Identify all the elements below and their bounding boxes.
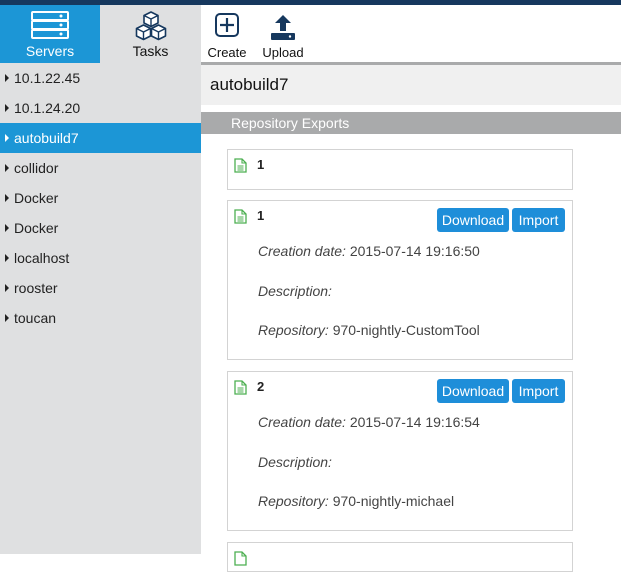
export-card [227, 542, 573, 572]
creation-date-field: Creation date: 2015-07-14 19:16:54 [258, 414, 480, 430]
sidebar-item-label: collidor [14, 160, 58, 176]
creation-date-label: Creation date: [258, 414, 346, 430]
sidebar-item-autobuild7[interactable]: autobuild7 [0, 123, 201, 153]
sidebar-item-localhost[interactable]: localhost [0, 243, 201, 273]
caret-right-icon [5, 194, 9, 202]
sidebar-item-10-1-24-20[interactable]: 10.1.24.20 [0, 93, 201, 123]
export-card[interactable]: 1 [227, 149, 573, 190]
document-icon [234, 209, 247, 224]
description-label: Description: [258, 454, 332, 470]
sidebar-item-label: 10.1.24.20 [14, 100, 80, 116]
server-stack-icon [31, 11, 69, 39]
export-card: 1 Download Import Creation date: 2015-07… [227, 200, 573, 360]
toolbar: Create Upload [201, 5, 621, 63]
create-button[interactable]: Create [205, 5, 249, 63]
caret-right-icon [5, 254, 9, 262]
upload-icon [269, 13, 297, 41]
export-name: 2 [257, 379, 264, 394]
tab-tasks[interactable]: Tasks [100, 5, 201, 63]
sidebar-item-label: autobuild7 [14, 130, 79, 146]
tab-servers-label: Servers [0, 43, 100, 59]
export-card: 2 Download Import Creation date: 2015-07… [227, 371, 573, 531]
sidebar-item-docker-2[interactable]: Docker [0, 213, 201, 243]
section-header: Repository Exports [201, 112, 621, 134]
sidebar-item-rooster[interactable]: rooster [0, 273, 201, 303]
cubes-icon [135, 11, 167, 41]
sidebar-item-docker[interactable]: Docker [0, 183, 201, 213]
creation-date-field: Creation date: 2015-07-14 19:16:50 [258, 243, 480, 259]
upload-button[interactable]: Upload [261, 5, 305, 63]
sidebar-item-label: toucan [14, 310, 56, 326]
sidebar-item-label: rooster [14, 280, 58, 296]
create-label: Create [205, 45, 249, 60]
plus-square-icon [215, 13, 239, 37]
creation-date-value: 2015-07-14 19:16:54 [350, 414, 480, 430]
sidebar-item-toucan[interactable]: toucan [0, 303, 201, 333]
creation-date-label: Creation date: [258, 243, 346, 259]
document-icon [234, 380, 247, 395]
description-field: Description: [258, 283, 332, 299]
caret-right-icon [5, 284, 9, 292]
tab-servers[interactable]: Servers [0, 5, 100, 63]
sidebar-item-label: Docker [14, 190, 58, 206]
caret-right-icon [5, 134, 9, 142]
download-button[interactable]: Download [437, 208, 509, 232]
caret-right-icon [5, 224, 9, 232]
description-field: Description: [258, 454, 332, 470]
repository-value: 970-nightly-CustomTool [333, 322, 480, 338]
sidebar-item-10-1-22-45[interactable]: 10.1.22.45 [0, 63, 201, 93]
upload-label: Upload [261, 45, 305, 60]
caret-right-icon [5, 314, 9, 322]
document-icon [234, 158, 247, 173]
export-name: 1 [257, 157, 264, 172]
download-button[interactable]: Download [437, 379, 509, 403]
server-sidebar: 10.1.22.45 10.1.24.20 autobuild7 collido… [0, 63, 201, 554]
caret-right-icon [5, 104, 9, 112]
repository-field: Repository: 970-nightly-CustomTool [258, 322, 480, 338]
repository-label: Repository: [258, 493, 329, 509]
repository-label: Repository: [258, 322, 329, 338]
creation-date-value: 2015-07-14 19:16:50 [350, 243, 480, 259]
tab-tasks-label: Tasks [100, 43, 201, 59]
sidebar-item-collidor[interactable]: collidor [0, 153, 201, 183]
import-button[interactable]: Import [512, 379, 565, 403]
caret-right-icon [5, 164, 9, 172]
import-button[interactable]: Import [512, 208, 565, 232]
repository-field: Repository: 970-nightly-michael [258, 493, 454, 509]
page-title: autobuild7 [201, 65, 621, 105]
main-panel: autobuild7 Repository Exports 1 1 Downlo… [201, 65, 621, 554]
sidebar-item-label: 10.1.22.45 [14, 70, 80, 86]
description-label: Description: [258, 283, 332, 299]
caret-right-icon [5, 74, 9, 82]
sidebar-item-label: Docker [14, 220, 58, 236]
export-name: 1 [257, 208, 264, 223]
sidebar-item-label: localhost [14, 250, 69, 266]
repository-value: 970-nightly-michael [333, 493, 454, 509]
document-icon [234, 551, 247, 566]
